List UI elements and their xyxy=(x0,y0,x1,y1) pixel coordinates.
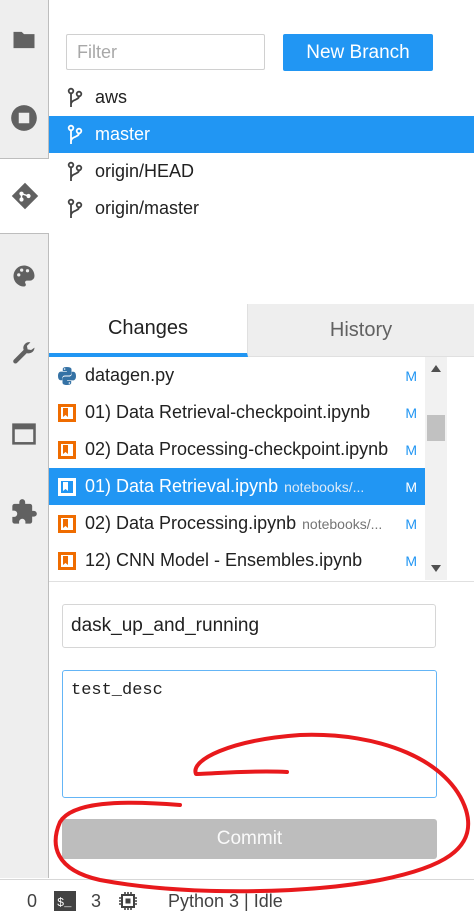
branch-item-origin-master[interactable]: origin/master xyxy=(49,190,474,227)
file-item[interactable]: 12) CNN Model - Ensembles.ipynb M xyxy=(49,542,425,579)
file-name: 01) Data Retrieval-checkpoint.ipynb xyxy=(85,402,371,422)
file-status-badge: M xyxy=(405,367,417,384)
folder-icon[interactable] xyxy=(0,2,48,78)
git-branch-icon xyxy=(67,87,83,109)
commit-button[interactable]: Commit xyxy=(62,819,437,859)
notebook-icon xyxy=(57,440,77,460)
notebook-icon xyxy=(57,514,77,534)
file-status-badge: M xyxy=(405,441,417,458)
python-file-icon xyxy=(57,366,77,386)
file-status-badge: M xyxy=(405,404,417,421)
changed-files-list: datagen.py M 01) Data Retrieval-checkpoi… xyxy=(49,357,425,580)
changes-history-tabs: Changes History xyxy=(49,304,474,357)
file-item[interactable]: 02) Data Processing.ipynb notebooks/... M xyxy=(49,505,425,542)
tab-window-icon[interactable] xyxy=(0,396,48,472)
git-branch-icon xyxy=(67,161,83,183)
branch-list: aws master origin/HEAD origin/master xyxy=(49,79,474,227)
scroll-down-arrow-icon[interactable] xyxy=(431,565,441,572)
commit-summary-input[interactable] xyxy=(62,604,436,648)
status-bar: 0 $_ 3 Python 3 | Idle xyxy=(0,879,474,921)
branch-label: origin/master xyxy=(95,198,200,218)
file-name: 01) Data Retrieval.ipynb xyxy=(85,476,279,496)
branch-item-master[interactable]: master xyxy=(49,116,474,153)
file-name: 02) Data Processing-checkpoint.ipynb xyxy=(85,439,389,459)
file-name: 02) Data Processing.ipynb xyxy=(85,513,297,533)
branch-item-aws[interactable]: aws xyxy=(49,79,474,116)
tab-changes[interactable]: Changes xyxy=(49,304,248,357)
file-status-badge: M xyxy=(405,515,417,532)
file-item[interactable]: datagen.py M xyxy=(49,357,425,394)
file-name: 12) CNN Model - Ensembles.ipynb xyxy=(85,550,363,570)
git-icon[interactable] xyxy=(0,158,49,234)
scroll-thumb[interactable] xyxy=(427,415,445,441)
file-status-badge: M xyxy=(405,478,417,495)
new-branch-button[interactable]: New Branch xyxy=(283,34,433,71)
notebook-icon xyxy=(57,477,77,497)
git-branch-icon xyxy=(67,124,83,146)
wrench-icon[interactable] xyxy=(0,316,48,392)
branch-label: aws xyxy=(95,87,128,107)
left-activity-bar xyxy=(0,0,49,878)
palette-icon[interactable] xyxy=(0,238,48,314)
branch-item-origin-head[interactable]: origin/HEAD xyxy=(49,153,474,190)
commit-description-input[interactable]: test_desc xyxy=(62,670,437,798)
file-path: notebooks/... xyxy=(302,516,383,532)
git-panel: New Branch aws master origin/HEAD origin… xyxy=(49,0,474,878)
file-item[interactable]: 02) Data Processing-checkpoint.ipynb M xyxy=(49,431,425,468)
kernel-chip-icon[interactable] xyxy=(117,880,139,922)
terminal-icon[interactable]: $_ xyxy=(54,880,76,922)
scroll-up-arrow-icon[interactable] xyxy=(431,365,441,372)
terminal-count[interactable]: 3 xyxy=(91,880,101,922)
branch-label: master xyxy=(95,124,151,144)
file-list-scrollbar[interactable] xyxy=(425,357,447,580)
branch-filter-input[interactable] xyxy=(66,34,265,70)
branch-label: origin/HEAD xyxy=(95,161,195,181)
notebook-icon xyxy=(57,551,77,571)
git-branch-icon xyxy=(67,198,83,220)
divider xyxy=(49,581,474,582)
running-stop-icon[interactable] xyxy=(0,80,48,156)
notebook-icon xyxy=(57,403,77,423)
file-name: datagen.py xyxy=(85,365,175,385)
file-status-badge: M xyxy=(405,552,417,569)
file-item[interactable]: 01) Data Retrieval.ipynb notebooks/... M xyxy=(49,468,425,505)
status-count[interactable]: 0 xyxy=(27,880,37,922)
file-path: notebooks/... xyxy=(284,479,365,495)
tab-history[interactable]: History xyxy=(248,304,474,357)
kernel-status-text[interactable]: Python 3 | Idle xyxy=(168,880,283,922)
extension-puzzle-icon[interactable] xyxy=(0,474,48,550)
file-item[interactable]: 01) Data Retrieval-checkpoint.ipynb M xyxy=(49,394,425,431)
